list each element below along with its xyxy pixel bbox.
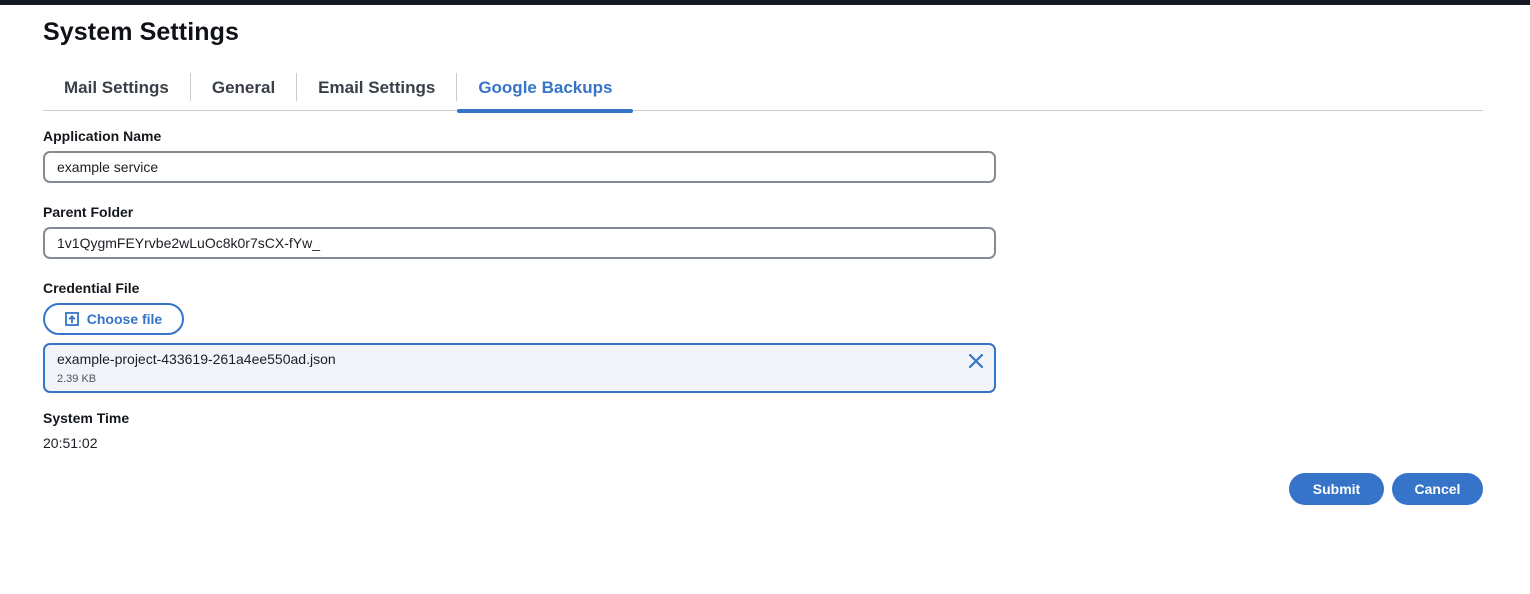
submit-button[interactable]: Submit (1289, 473, 1384, 505)
parent-folder-input[interactable] (43, 227, 996, 259)
parent-folder-label: Parent Folder (43, 204, 134, 220)
system-time-value: 20:51:02 (43, 435, 98, 451)
file-size: 2.39 KB (57, 373, 97, 385)
tab-email-settings[interactable]: Email Settings (297, 72, 456, 111)
system-time-label: System Time (43, 410, 130, 426)
tab-mail-settings[interactable]: Mail Settings (43, 72, 190, 111)
close-icon[interactable] (967, 352, 985, 370)
application-name-input[interactable] (43, 151, 996, 183)
choose-file-label: Choose file (86, 311, 163, 327)
top-bar (0, 0, 1530, 5)
tab-general[interactable]: General (191, 72, 296, 111)
cancel-button[interactable]: Cancel (1392, 473, 1483, 505)
choose-file-button[interactable]: Choose file (43, 303, 184, 335)
selected-file-card: example-project-433619-261a4ee550ad.json… (43, 343, 996, 393)
page-title: System Settings (43, 18, 240, 46)
upload-icon (64, 312, 79, 326)
tab-google-backups[interactable]: Google Backups (457, 72, 634, 113)
settings-tabs: Mail Settings General Email Settings Goo… (43, 72, 1483, 113)
application-name-label: Application Name (43, 128, 162, 144)
file-name: example-project-433619-261a4ee550ad.json (57, 351, 336, 367)
credential-file-label: Credential File (43, 280, 140, 296)
